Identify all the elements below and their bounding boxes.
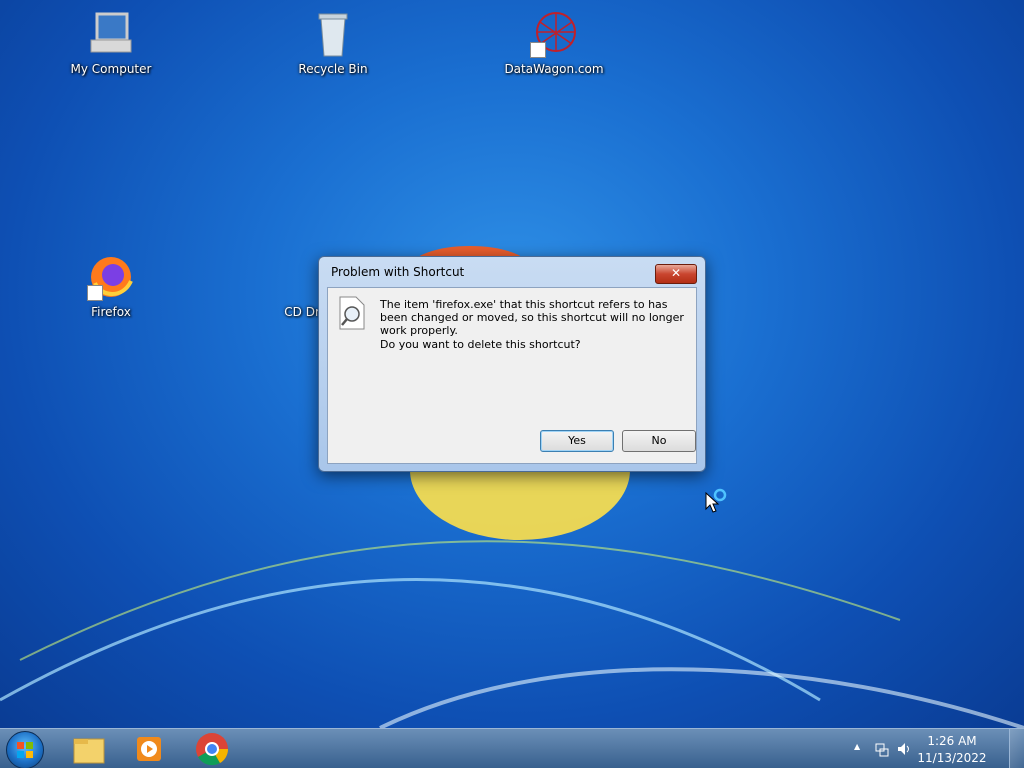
start-button[interactable] bbox=[6, 731, 44, 768]
problem-with-shortcut-dialog: Problem with Shortcut ✕ The item 'firefo… bbox=[318, 256, 706, 472]
mouse-cursor-icon bbox=[705, 488, 727, 513]
firefox-icon bbox=[87, 253, 135, 301]
icon-label: DataWagon.com bbox=[504, 62, 604, 76]
yes-button[interactable]: Yes bbox=[540, 430, 614, 452]
clock-date[interactable]: 11/13/2022 bbox=[912, 751, 992, 765]
taskbar-media-player[interactable] bbox=[122, 731, 178, 767]
desktop: My Computer Recycle Bin DataWagon.com Fi… bbox=[0, 0, 1024, 728]
icon-label: Recycle Bin bbox=[298, 62, 368, 76]
desktop-icon-firefox[interactable]: Firefox bbox=[61, 253, 161, 319]
dialog-title: Problem with Shortcut bbox=[331, 265, 465, 279]
icon-label: My Computer bbox=[70, 62, 152, 76]
show-desktop-button[interactable] bbox=[1009, 729, 1024, 768]
computer-icon bbox=[87, 10, 135, 58]
search-file-icon bbox=[339, 296, 365, 330]
no-button[interactable]: No bbox=[622, 430, 696, 452]
icon-label: Firefox bbox=[91, 305, 131, 319]
desktop-icon-datawagon[interactable]: DataWagon.com bbox=[504, 10, 604, 76]
dialog-body: The item 'firefox.exe' that this shortcu… bbox=[327, 287, 697, 464]
media-player-icon bbox=[137, 737, 161, 761]
dialog-message: The item 'firefox.exe' that this shortcu… bbox=[380, 298, 684, 337]
network-icon[interactable] bbox=[874, 741, 890, 757]
windows-logo-icon bbox=[17, 742, 33, 758]
system-tray: ▲ 1:26 AM 11/13/2022 bbox=[854, 729, 1024, 768]
clock-time[interactable]: 1:26 AM bbox=[912, 734, 992, 748]
close-button[interactable]: ✕ bbox=[655, 264, 697, 284]
taskbar-file-explorer[interactable] bbox=[62, 731, 118, 767]
taskbar-chrome[interactable] bbox=[184, 731, 240, 767]
show-hidden-icons-button[interactable]: ▲ bbox=[854, 742, 860, 751]
folder-icon bbox=[73, 738, 105, 764]
shortcut-arrow-icon bbox=[87, 285, 103, 301]
volume-icon[interactable] bbox=[896, 741, 912, 757]
desktop-icon-recycle-bin[interactable]: Recycle Bin bbox=[283, 10, 383, 76]
recycle-bin-icon bbox=[309, 10, 357, 58]
taskbar: ▲ 1:26 AM 11/13/2022 bbox=[0, 728, 1024, 768]
shortcut-arrow-icon bbox=[530, 42, 546, 58]
dialog-question: Do you want to delete this shortcut? bbox=[380, 338, 581, 351]
chrome-icon bbox=[196, 733, 229, 766]
desktop-icon-my-computer[interactable]: My Computer bbox=[61, 10, 161, 76]
datawagon-icon bbox=[530, 10, 578, 58]
